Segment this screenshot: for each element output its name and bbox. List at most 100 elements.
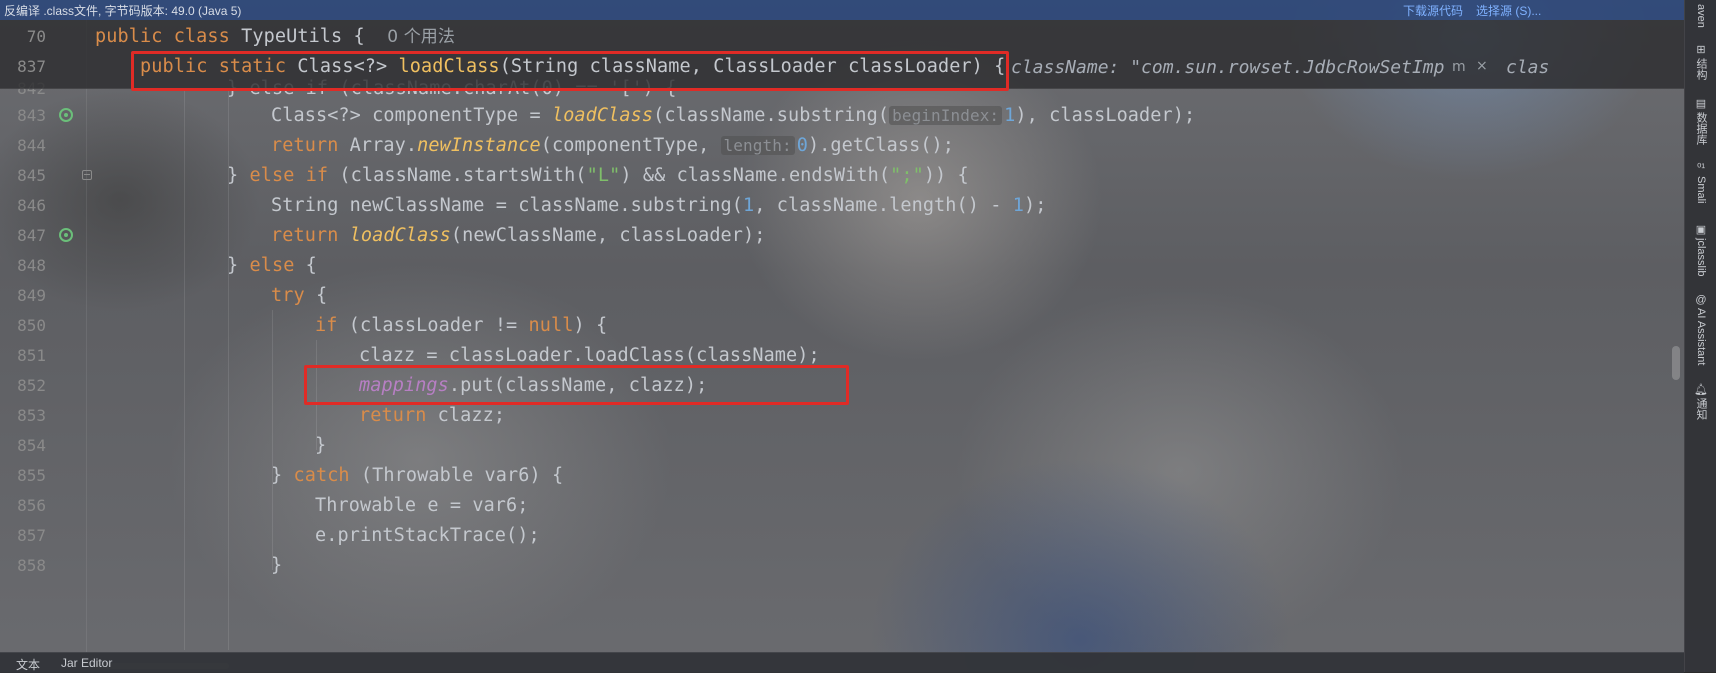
string-literal: "L"	[586, 165, 621, 186]
decompile-message: 反编译 .class文件, 字节码版本: 49.0 (Java 5)	[4, 4, 242, 18]
fold-toggle-icon[interactable]	[82, 170, 92, 180]
line-number: 849	[17, 286, 46, 305]
code-token: {	[304, 285, 328, 306]
code-line-854: }	[315, 435, 327, 456]
structure-icon: ⊞	[1696, 44, 1706, 56]
tab-jar-editor[interactable]: Jar Editor	[61, 656, 112, 670]
jclasslib-label: jclasslib	[1695, 238, 1707, 277]
gutter-separator	[86, 20, 87, 652]
code-token: (className.startsWith(	[328, 165, 587, 186]
keyword: null	[528, 315, 574, 336]
method-call: loadClass	[551, 105, 654, 126]
code-token: }	[271, 465, 294, 486]
code-token: , className.length() -	[754, 195, 1013, 216]
inline-popup-icon[interactable]: m	[1452, 59, 1466, 75]
keyword: return	[359, 405, 427, 426]
line-number: 854	[17, 436, 46, 455]
choose-source-link[interactable]: 选择源 (S)...	[1476, 2, 1541, 19]
code-line-845: } else if (className.startsWith("L") && …	[227, 165, 969, 187]
maven-tool-button[interactable]: aven	[1685, 2, 1716, 28]
code-editor[interactable]: 842 } else if (className.charAt(0) == '[…	[0, 20, 1684, 669]
keyword: class	[173, 26, 230, 47]
keyword: try	[271, 285, 305, 306]
code-line-853: return clazz;	[359, 405, 505, 427]
code-token: }	[227, 255, 250, 276]
line-number: 855	[17, 466, 46, 485]
code-line-847: return loadClass(newClassName, classLoad…	[271, 225, 766, 247]
code-line-844: return Array.newInstance(componentType, …	[271, 135, 954, 157]
smali-tool-button[interactable]: ⁰¹ Smali	[1685, 162, 1716, 204]
code-token: ) && className.endsWith(	[620, 165, 891, 186]
code-line-846: String newClassName = className.substrin…	[271, 195, 1046, 217]
line-number: 843	[17, 106, 46, 125]
line-number: 845	[17, 166, 46, 185]
close-icon[interactable]: ×	[1476, 58, 1488, 74]
code-token: )) {	[923, 165, 969, 186]
line-number: 848	[17, 256, 46, 275]
code-token: }	[227, 165, 250, 186]
line-number: 857	[17, 526, 46, 545]
ai-assistant-icon: @	[1695, 294, 1707, 306]
parameter-hint: beginIndex:	[889, 106, 1003, 125]
code-token: ), classLoader);	[1015, 105, 1196, 126]
code-line-849: try {	[271, 285, 327, 307]
line-number: 846	[17, 196, 46, 215]
notifications-label: 通知	[1695, 398, 1707, 420]
code-token: (Throwable var6) {	[349, 465, 564, 486]
database-label: 数据库	[1695, 112, 1707, 145]
sticky-line-class[interactable]: public class TypeUtils { 0 个用法	[95, 26, 455, 48]
highlight-box-mappings-put	[304, 365, 849, 405]
line-number: 847	[17, 226, 46, 245]
number-literal: 1	[1012, 195, 1024, 216]
method-call: loadClass	[349, 225, 451, 246]
structure-label: 结构	[1695, 58, 1707, 80]
line-number: 850	[17, 316, 46, 335]
keyword: if	[305, 165, 329, 186]
database-tool-button[interactable]: ▤ 数据库	[1685, 98, 1716, 145]
highlight-box-loadclass	[131, 51, 1009, 91]
usages-hint[interactable]: 0 个用法	[387, 27, 455, 47]
inline-debug-value-tail: clas	[1506, 57, 1550, 78]
ai-assistant-label: AI Assistant	[1695, 308, 1707, 366]
code-token: (classLoader !=	[337, 315, 529, 336]
notifications-tool-button[interactable]: 🔔︎ 通知	[1685, 384, 1716, 420]
bell-icon: 🔔︎	[1694, 384, 1708, 396]
line-number: 858	[17, 556, 46, 575]
tab-text[interactable]: 文本	[16, 656, 40, 673]
code-token: clazz;	[426, 405, 506, 426]
code-line-843: Class<?> componentType = loadClass(class…	[271, 105, 1195, 127]
structure-tool-button[interactable]: ⊞ 结构	[1685, 44, 1716, 80]
indent-guide	[184, 90, 185, 650]
parameter-hint: length:	[720, 136, 795, 155]
line-number: 852	[17, 376, 46, 395]
download-source-link[interactable]: 下载源代码	[1403, 2, 1463, 19]
vertical-scrollbar[interactable]	[1672, 346, 1680, 380]
line-number: 844	[17, 136, 46, 155]
line-number: 853	[17, 406, 46, 425]
keyword: else	[249, 255, 295, 276]
code-line-856: Throwable e = var6;	[315, 495, 529, 516]
line-number: 837	[17, 57, 46, 76]
line-number: 856	[17, 496, 46, 515]
method-call: newInstance	[417, 135, 541, 156]
right-tool-strip: aven ⊞ 结构 ▤ 数据库 ⁰¹ Smali ▣ jclasslib @ A…	[1684, 0, 1716, 672]
code-token: Array.	[338, 135, 418, 156]
code-token: String newClassName = className.substrin…	[271, 195, 743, 216]
line-number: 851	[17, 346, 46, 365]
recursive-call-icon[interactable]	[59, 108, 73, 122]
jclasslib-tool-button[interactable]: ▣ jclasslib	[1685, 224, 1716, 277]
code-line-848: } else {	[227, 255, 317, 277]
inline-debug-value: className: "com.sun.rowset.JdbcRowSetImp	[1011, 57, 1445, 78]
smali-label: Smali	[1695, 176, 1707, 204]
smali-icon: ⁰¹	[1696, 162, 1706, 174]
keyword: return	[271, 225, 339, 246]
jclasslib-icon: ▣	[1695, 224, 1707, 236]
class-name: TypeUtils	[241, 26, 343, 47]
database-icon: ▤	[1695, 98, 1707, 110]
recursive-call-icon[interactable]	[59, 228, 73, 242]
code-line-857: e.printStackTrace();	[315, 525, 540, 546]
ai-assistant-tool-button[interactable]: @ AI Assistant	[1685, 294, 1716, 365]
code-token: ).getClass();	[807, 135, 955, 156]
decompiled-info-bar: 反编译 .class文件, 字节码版本: 49.0 (Java 5) 下载源代码…	[0, 0, 1716, 20]
number-literal: 1	[743, 195, 755, 216]
